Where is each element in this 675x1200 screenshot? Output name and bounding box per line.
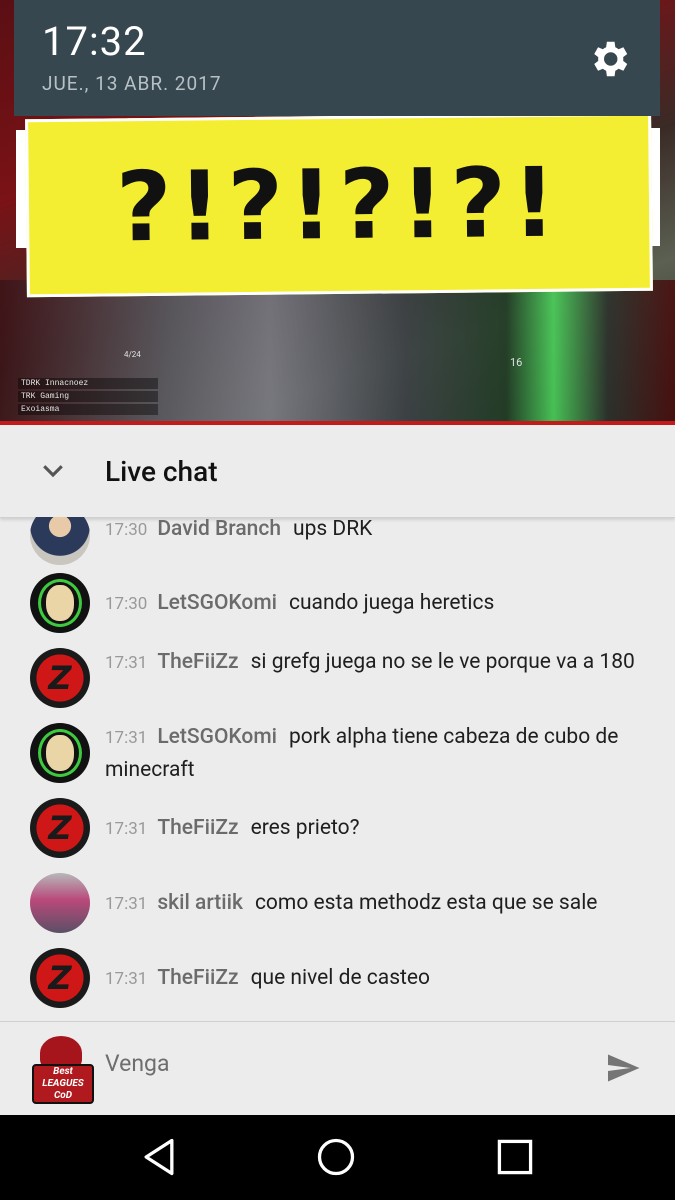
chat-input-bar: Best LEAGUES CoD Venga: [0, 1021, 675, 1116]
message-time: 17:30: [105, 594, 148, 614]
avatar[interactable]: [30, 517, 90, 565]
avatar-letter: Z: [48, 809, 72, 847]
message-author[interactable]: TheFiiZz: [157, 650, 238, 674]
live-chat-panel: Live chat 17:30 David Branch ups DRK 17:30…: [0, 425, 675, 1116]
avatar-letter: Z: [48, 959, 72, 997]
message-body: 17:31 TheFiiZz eres prieto?: [105, 812, 645, 845]
clock: 17:32: [42, 18, 147, 65]
recents-icon[interactable]: [493, 1135, 537, 1179]
message-author[interactable]: LetSGOKomi: [157, 725, 277, 749]
avatar[interactable]: Z: [30, 648, 90, 708]
avatar[interactable]: [30, 723, 90, 783]
avatar[interactable]: Z: [30, 798, 90, 858]
logo-text: Best LEAGUES CoD: [32, 1064, 94, 1104]
message-text: si grefg juega no se le ve porque va a 1…: [250, 650, 635, 674]
message-body: 17:31 skil artiik como esta methodz esta q…: [105, 887, 645, 920]
message-time: 17:31: [105, 728, 148, 748]
back-icon[interactable]: [137, 1135, 181, 1179]
hud-counter: 4/24: [124, 350, 141, 359]
avatar[interactable]: [30, 873, 90, 933]
send-icon[interactable]: [603, 1050, 643, 1086]
banner-text: ?!?!?!?!: [115, 146, 563, 264]
hud-line: TDRK Innacnoez: [18, 378, 158, 389]
hud-scoreboard: TDRK Innacnoez TRK Gaming Exoiasma: [18, 378, 158, 417]
message-text: como esta methodz esta que se sale: [254, 891, 598, 915]
message-author[interactable]: TheFiiZz: [157, 816, 238, 840]
message-text: que nivel de casteo: [250, 966, 431, 990]
message-author[interactable]: skil artiik: [157, 891, 243, 915]
hud-line: Exoiasma: [18, 404, 158, 415]
message-author[interactable]: LetSGOKomi: [157, 591, 277, 615]
chat-title: Live chat: [105, 455, 218, 488]
message-text: cuando juega heretics: [288, 591, 495, 615]
chat-message-list[interactable]: 17:30 David Branch ups DRK 17:30 LetSGOKomi…: [0, 517, 675, 1017]
notification-header: 17:32 JUE., 13 ABR. 2017: [14, 0, 660, 116]
avatar[interactable]: [30, 573, 90, 633]
channel-avatar[interactable]: Best LEAGUES CoD: [32, 1036, 94, 1104]
message-body: 17:31 TheFiiZz si grefg juega no se le ve …: [105, 646, 645, 679]
avatar[interactable]: Z: [30, 948, 90, 1008]
hud-number: 16: [510, 356, 523, 369]
message-time: 17:31: [105, 653, 148, 673]
message-body: 17:31 TheFiiZz que nivel de casteo: [105, 962, 645, 995]
message-time: 17:31: [105, 969, 148, 989]
message-body: 17:31 LetSGOKomi pork alpha tiene cabeza d…: [105, 721, 645, 786]
message-text: eres prieto?: [250, 816, 360, 840]
hud-line: TRK Gaming: [18, 391, 158, 402]
message-author[interactable]: TheFiiZz: [157, 966, 238, 990]
message-text: ups DRK: [293, 517, 373, 541]
message-time: 17:30: [105, 520, 148, 540]
gear-icon[interactable]: [586, 36, 632, 82]
chat-header: Live chat: [0, 425, 675, 518]
avatar-letter: Z: [48, 659, 72, 697]
video-banner: ?!?!?!?!: [25, 112, 653, 298]
home-icon[interactable]: [314, 1135, 358, 1179]
message-body: 17:30 David Branch ups DRK: [105, 517, 645, 546]
chevron-down-icon[interactable]: [38, 455, 68, 485]
chat-message-input[interactable]: Venga: [105, 1050, 169, 1077]
navigation-bar: [0, 1115, 675, 1200]
message-author[interactable]: David Branch: [157, 517, 281, 541]
message-body: 17:30 LetSGOKomi cuando juega heretics: [105, 587, 645, 620]
message-time: 17:31: [105, 894, 148, 914]
date: JUE., 13 ABR. 2017: [42, 72, 222, 95]
message-time: 17:31: [105, 819, 148, 839]
